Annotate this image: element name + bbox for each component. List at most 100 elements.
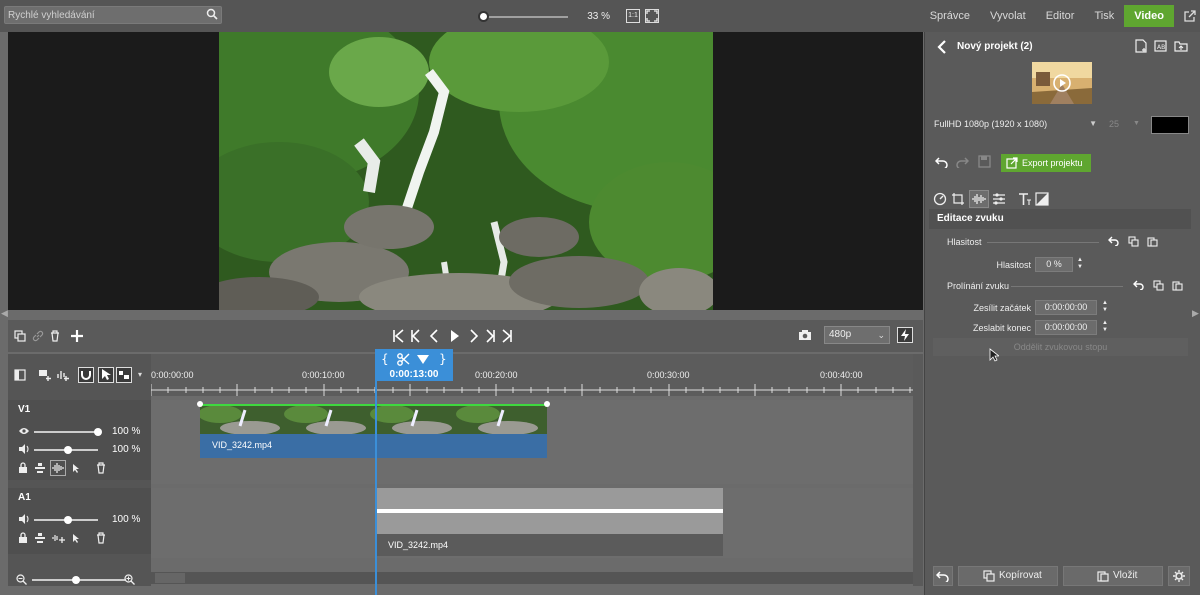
playhead[interactable]: { } 0:00:13:00 bbox=[375, 349, 453, 381]
delete-track-icon[interactable] bbox=[95, 462, 107, 474]
volume-stepper[interactable]: ▲ ▼ bbox=[1076, 257, 1084, 272]
fade-out-stepper[interactable]: ▲ ▼ bbox=[1101, 320, 1109, 335]
track-split-icon[interactable] bbox=[34, 462, 46, 474]
ruler-label: 0:00:30:00 bbox=[647, 370, 690, 380]
opacity-slider[interactable] bbox=[34, 431, 98, 433]
add-video-track-icon[interactable] bbox=[38, 368, 52, 382]
playhead-line[interactable] bbox=[375, 354, 377, 595]
eye-icon[interactable] bbox=[18, 426, 30, 436]
adjust-sliders-icon[interactable] bbox=[992, 192, 1006, 206]
open-folder-icon[interactable] bbox=[1174, 39, 1188, 53]
volume-slider-knob[interactable] bbox=[64, 516, 72, 524]
fade-in-stepper[interactable]: ▲ ▼ bbox=[1101, 300, 1109, 315]
preview-frame[interactable] bbox=[219, 32, 713, 310]
add-audio-track-icon[interactable] bbox=[56, 368, 70, 382]
tab-spravce[interactable]: Správce bbox=[920, 5, 980, 27]
left-panel-arrow-icon[interactable]: ◀ bbox=[1, 308, 8, 319]
right-panel-arrow-icon[interactable]: ▶ bbox=[1192, 308, 1199, 319]
clip-end-handle[interactable] bbox=[544, 401, 550, 407]
snapshot-camera-icon[interactable] bbox=[798, 329, 812, 341]
delete-track-icon[interactable] bbox=[95, 532, 107, 544]
lock-icon[interactable] bbox=[18, 462, 28, 474]
undo-button[interactable] bbox=[933, 566, 953, 586]
save-as-icon[interactable]: AB bbox=[1154, 39, 1168, 53]
copy-settings-icon[interactable] bbox=[1128, 236, 1139, 247]
zoom-slider-knob[interactable] bbox=[478, 11, 489, 22]
project-thumbnail[interactable] bbox=[1032, 62, 1092, 104]
lock-icon[interactable] bbox=[18, 532, 28, 544]
export-project-button[interactable]: Export projektu bbox=[1001, 154, 1091, 172]
select-tool-button[interactable] bbox=[98, 367, 114, 383]
speed-gauge-icon[interactable] bbox=[933, 192, 947, 206]
audio-edit-tab[interactable] bbox=[969, 190, 989, 208]
zoom-slider[interactable] bbox=[480, 16, 568, 18]
preview-resolution-select[interactable]: 480p ⌄ bbox=[824, 326, 890, 344]
add-icon[interactable] bbox=[70, 329, 84, 343]
horizontal-scrollbar[interactable] bbox=[151, 572, 913, 584]
volume-slider-knob[interactable] bbox=[64, 446, 72, 454]
save-icon[interactable] bbox=[978, 155, 991, 168]
undo-icon[interactable] bbox=[935, 156, 949, 168]
fps-select[interactable]: 25 ▼ bbox=[1109, 116, 1143, 132]
delete-icon[interactable] bbox=[49, 330, 61, 342]
tab-tisk[interactable]: Tisk bbox=[1084, 5, 1124, 27]
transition-icon[interactable] bbox=[1035, 192, 1049, 206]
copy-settings-icon[interactable] bbox=[1153, 280, 1164, 291]
clip-start-handle[interactable] bbox=[197, 401, 203, 407]
add-audio-icon[interactable] bbox=[52, 532, 66, 544]
ripple-tool-button[interactable] bbox=[116, 367, 132, 383]
external-window-button[interactable] bbox=[1174, 5, 1200, 27]
text-tool-icon[interactable] bbox=[1017, 192, 1031, 206]
new-project-icon[interactable] bbox=[1135, 39, 1148, 53]
tab-editor[interactable]: Editor bbox=[1036, 5, 1085, 27]
copy-button[interactable]: Kopírovat bbox=[958, 566, 1058, 586]
copy-clip-icon[interactable] bbox=[14, 330, 26, 342]
fullscreen-button[interactable] bbox=[645, 9, 659, 23]
video-clip[interactable]: VID_3242.mp4 bbox=[197, 401, 550, 458]
time-ruler[interactable]: 0:00:00:00 0:00:10:00 0:00:20:00 0:00:30… bbox=[151, 354, 913, 396]
link-icon[interactable] bbox=[32, 330, 44, 342]
volume-input[interactable]: 0 % bbox=[1035, 257, 1073, 272]
tab-vyvolat[interactable]: Vyvolat bbox=[980, 5, 1036, 27]
fade-out-input[interactable]: 0:00:00:00 bbox=[1035, 320, 1097, 335]
toggle-panel-icon[interactable] bbox=[14, 369, 26, 381]
search-box[interactable] bbox=[4, 6, 222, 24]
format-select[interactable]: FullHD 1080p (1920 x 1080) ▼ bbox=[931, 116, 1101, 132]
magnet-snap-button[interactable] bbox=[78, 367, 94, 383]
crop-transform-icon[interactable] bbox=[951, 192, 965, 206]
split-audio-button[interactable]: Oddělit zvukovou stopu bbox=[933, 338, 1188, 356]
paste-settings-icon[interactable] bbox=[1172, 280, 1183, 291]
render-preview-button[interactable] bbox=[897, 327, 913, 343]
back-arrow-icon[interactable] bbox=[937, 40, 947, 54]
opacity-slider-knob[interactable] bbox=[94, 428, 102, 436]
track-lane-a1[interactable]: VID_3242.mp4 bbox=[151, 488, 913, 558]
resolution-value: 480p bbox=[829, 329, 852, 340]
speaker-icon[interactable] bbox=[18, 514, 30, 524]
audio-clip[interactable]: VID_3242.mp4 bbox=[376, 488, 723, 556]
zoom-1-1-button[interactable]: 1:1 bbox=[626, 9, 640, 23]
paste-button[interactable]: Vložit bbox=[1063, 566, 1163, 586]
timeline-zoom-knob[interactable] bbox=[72, 576, 80, 584]
more-options-icon[interactable]: ▾ bbox=[138, 370, 142, 379]
fade-in-input[interactable]: 0:00:00:00 bbox=[1035, 300, 1097, 315]
track-lane-v1[interactable]: VID_3242.mp4 bbox=[151, 400, 913, 484]
redo-icon[interactable] bbox=[955, 156, 969, 168]
tab-video[interactable]: Video bbox=[1124, 5, 1174, 27]
settings-button[interactable] bbox=[1168, 566, 1190, 586]
reset-icon[interactable] bbox=[1133, 280, 1145, 290]
scrollbar-thumb[interactable] bbox=[155, 573, 185, 583]
audio-wave-button[interactable] bbox=[50, 460, 66, 476]
cursor-effect-icon[interactable] bbox=[70, 462, 82, 474]
track-split-icon[interactable] bbox=[34, 532, 46, 544]
zoom-in-icon[interactable] bbox=[124, 574, 135, 585]
reset-icon[interactable] bbox=[1108, 236, 1120, 246]
cursor-effect-icon[interactable] bbox=[70, 532, 82, 544]
vertical-scrollbar[interactable] bbox=[913, 354, 923, 586]
paste-settings-icon[interactable] bbox=[1147, 236, 1158, 247]
chevron-down-icon: ▼ bbox=[1089, 119, 1097, 128]
search-icon[interactable] bbox=[206, 8, 218, 20]
search-input[interactable] bbox=[5, 7, 201, 23]
zoom-out-icon[interactable] bbox=[16, 574, 27, 585]
background-color-swatch[interactable] bbox=[1151, 116, 1189, 134]
speaker-icon[interactable] bbox=[18, 444, 30, 454]
